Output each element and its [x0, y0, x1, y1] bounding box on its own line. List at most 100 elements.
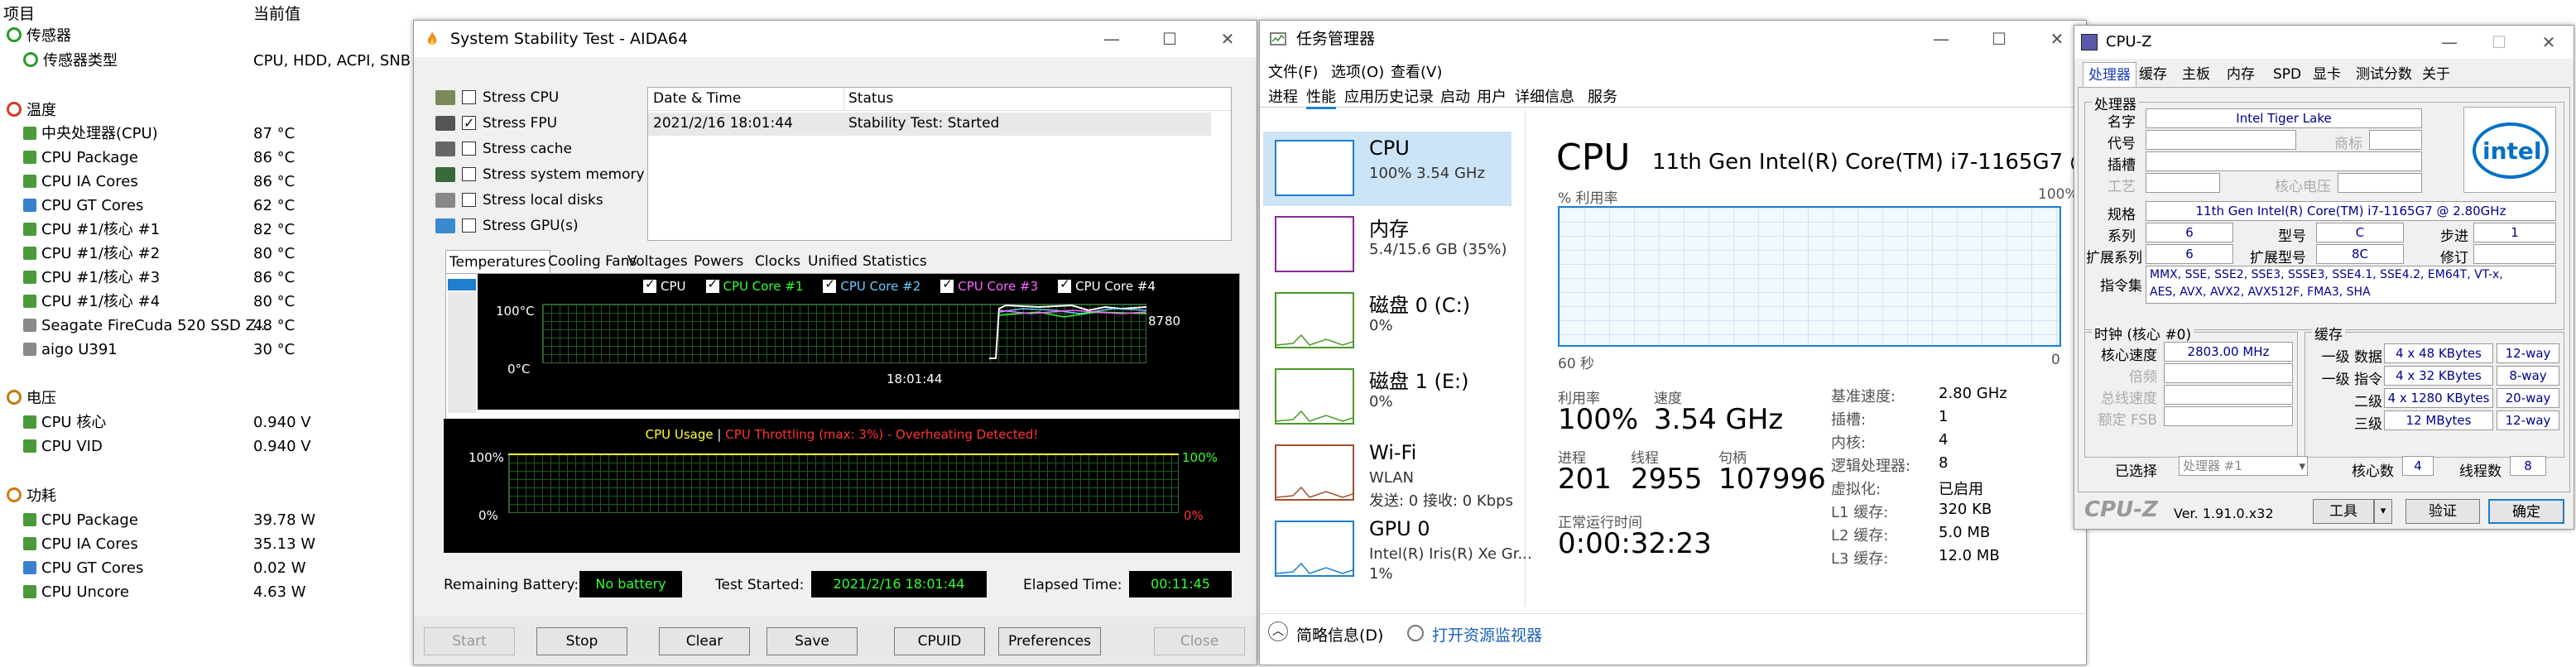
legend-checkbox[interactable] — [940, 276, 954, 293]
stress-option[interactable]: Stress CPU — [435, 87, 559, 108]
stress-option[interactable]: Stress FPU — [435, 113, 557, 134]
column-header-item[interactable]: 项目 — [3, 2, 35, 24]
column-header-value[interactable]: 当前值 — [253, 2, 300, 24]
save-button[interactable]: Save — [767, 627, 858, 655]
stress-checkbox[interactable] — [462, 218, 476, 233]
log-row[interactable]: 2021/2/16 18:01:44 Stability Test: Start… — [648, 113, 1211, 136]
tab-6[interactable]: 服务 — [1588, 85, 1617, 107]
legend-checkbox[interactable] — [823, 276, 837, 293]
tools-button[interactable]: 工具 — [2313, 499, 2374, 524]
cpuz-tab-0[interactable]: 处理器 — [2083, 62, 2136, 87]
sensor-row[interactable]: CPU #1/核心 #3 — [23, 266, 160, 290]
cpuz-tab-2[interactable]: 主板 — [2177, 62, 2215, 87]
perf-item-2[interactable]: 磁盘 0 (C:) 0% — [1263, 284, 1511, 358]
tab-4[interactable]: 用户 — [1477, 85, 1507, 107]
stop-button[interactable]: Stop — [536, 627, 627, 655]
stress-checkbox[interactable] — [462, 193, 476, 207]
maximize-icon[interactable]: ☐ — [1970, 21, 2028, 57]
tab-powers[interactable]: Powers — [690, 250, 747, 273]
tools-dropdown-icon[interactable]: ▾ — [2374, 499, 2392, 524]
graph-scroll-thumb[interactable] — [448, 279, 476, 290]
sensor-row[interactable]: CPU #1/核心 #1 — [23, 218, 160, 242]
clear-button[interactable]: Clear — [659, 627, 750, 655]
menu-item[interactable]: 查看(V) — [1391, 60, 1442, 82]
tab-3[interactable]: 启动 — [1440, 85, 1470, 107]
stress-checkbox[interactable] — [462, 90, 476, 104]
chevron-up-icon[interactable]: ︿ — [1268, 621, 1288, 641]
legend-item[interactable]: CPU Core #3 — [940, 276, 1038, 294]
perf-item-0[interactable]: CPU 100% 3.54 GHz — [1263, 132, 1511, 206]
log-col-datetime[interactable]: Date & Time — [653, 90, 741, 107]
stress-option[interactable]: Stress cache — [435, 138, 572, 160]
sensor-row[interactable]: Seagate FireCuda 520 SSD Z... — [23, 314, 270, 338]
perf-item-1[interactable]: 内存 5.4/15.6 GB (35%) — [1263, 208, 1511, 282]
legend-item[interactable]: CPU Core #1 — [705, 276, 803, 294]
cpuid-button[interactable]: CPUID — [894, 627, 985, 655]
sensor-row[interactable]: CPU GT Cores — [23, 194, 143, 218]
perf-item-3[interactable]: 磁盘 1 (E:) 0% — [1263, 360, 1511, 434]
cpuz-tab-1[interactable]: 缓存 — [2134, 62, 2172, 87]
legend-checkbox[interactable] — [643, 276, 656, 293]
tab-0[interactable]: 进程 — [1268, 85, 1298, 107]
tab-temperatures[interactable]: Temperatures — [445, 250, 550, 273]
sensor-row[interactable]: CPU Package — [23, 146, 138, 170]
fewer-details-link[interactable]: 简略信息(D) — [1296, 623, 1383, 645]
aida-titlebar[interactable]: System Stability Test - AIDA64 — ☐ ✕ — [414, 21, 1257, 57]
tab-unified[interactable]: Unified — [805, 250, 861, 273]
cpuz-tab-7[interactable]: 关于 — [2417, 62, 2455, 87]
preferences-button[interactable]: Preferences — [998, 627, 1101, 655]
minimize-icon[interactable]: — — [1083, 21, 1141, 57]
resource-monitor-link[interactable]: 打开资源监视器 — [1432, 623, 1542, 645]
maximize-icon[interactable]: ☐ — [2474, 26, 2524, 59]
sensor-row[interactable]: 功耗 — [7, 485, 56, 508]
cpuz-tab-5[interactable]: 显卡 — [2308, 62, 2346, 87]
sensor-row[interactable]: CPU #1/核心 #4 — [23, 290, 160, 314]
close-button[interactable]: Close — [1154, 627, 1245, 655]
sensor-row[interactable]: CPU Uncore — [23, 581, 129, 604]
legend-item[interactable]: CPU Core #2 — [823, 276, 920, 294]
minimize-icon[interactable]: — — [2425, 26, 2474, 59]
cpuz-titlebar[interactable]: CPU-Z — ☐ ✕ — [2074, 26, 2574, 59]
sensor-row[interactable]: 中央处理器(CPU) — [23, 122, 158, 146]
stress-option[interactable]: Stress system memory — [435, 164, 645, 185]
legend-item[interactable]: CPU Core #4 — [1058, 276, 1156, 294]
log-col-status[interactable]: Status — [848, 90, 893, 107]
close-icon[interactable]: ✕ — [2524, 26, 2574, 59]
stress-option[interactable]: Stress GPU(s) — [435, 215, 579, 237]
sensor-row[interactable]: CPU VID — [23, 435, 103, 458]
ok-button[interactable]: 确定 — [2488, 499, 2564, 524]
stress-checkbox[interactable] — [462, 167, 476, 181]
sensor-row[interactable]: aigo U391 — [23, 338, 118, 362]
sensor-row[interactable]: CPU GT Cores — [23, 557, 143, 580]
processor-select[interactable]: 处理器 #1 ▾ — [2179, 456, 2308, 476]
tm-titlebar[interactable]: 任务管理器 — ☐ ✕ — [1260, 21, 2086, 57]
legend-checkbox[interactable] — [705, 276, 719, 293]
sensor-row[interactable]: CPU IA Cores — [23, 170, 138, 194]
graph-scrollbar[interactable] — [448, 292, 476, 413]
menu-item[interactable]: 文件(F) — [1268, 60, 1318, 82]
perf-item-5[interactable]: GPU 0 Intel(R) Iris(R) Xe Gr... 1% — [1263, 512, 1532, 587]
tab-statistics[interactable]: Statistics — [859, 250, 930, 273]
sensor-row[interactable]: 电压 — [7, 387, 56, 410]
legend-checkbox[interactable] — [1058, 276, 1072, 293]
start-button[interactable]: Start — [424, 627, 515, 655]
sensor-row[interactable]: 传感器 — [7, 25, 71, 48]
stress-checkbox[interactable] — [462, 113, 476, 134]
close-icon[interactable]: ✕ — [1199, 21, 1257, 57]
sensor-row[interactable]: 传感器类型 — [23, 50, 118, 73]
perf-item-4[interactable]: Wi-Fi WLAN 发送: 0 接收: 0 Kbps — [1263, 436, 1513, 511]
maximize-icon[interactable]: ☐ — [1141, 21, 1199, 57]
cpuz-tab-6[interactable]: 测试分数 — [2351, 62, 2417, 87]
tab-clocks[interactable]: Clocks — [752, 250, 804, 273]
cpuz-tab-4[interactable]: SPD — [2268, 62, 2306, 87]
validate-button[interactable]: 验证 — [2405, 499, 2480, 524]
cpuz-tab-3[interactable]: 内存 — [2222, 62, 2260, 87]
tab-voltages[interactable]: Voltages — [624, 250, 691, 273]
tab-5[interactable]: 详细信息 — [1515, 85, 1574, 107]
sensor-row[interactable]: CPU 核心 — [23, 411, 106, 434]
minimize-icon[interactable]: — — [1912, 21, 1970, 57]
sensor-row[interactable]: CPU IA Cores — [23, 533, 138, 556]
stress-checkbox[interactable] — [462, 142, 476, 156]
sensor-row[interactable]: CPU Package — [23, 509, 138, 532]
tab-1[interactable]: 性能 — [1306, 85, 1336, 109]
